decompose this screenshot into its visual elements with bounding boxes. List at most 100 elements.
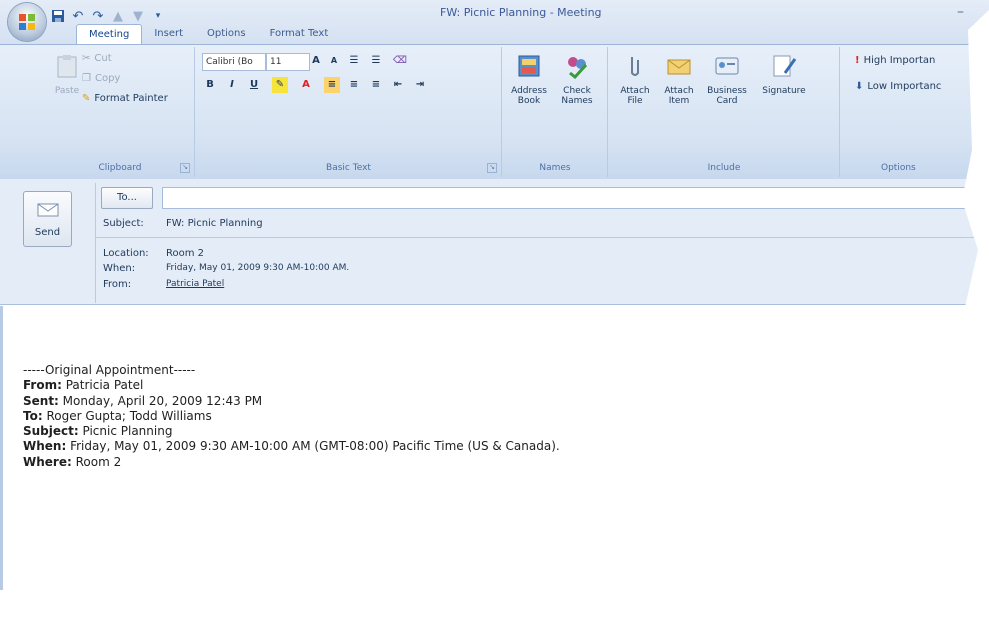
- ribbon: Paste ✂ Cut ❐ Copy ✎ Format Painter Clipboa…: [0, 44, 989, 180]
- up-icon[interactable]: ▲: [110, 8, 126, 24]
- body-value: Room 2: [71, 454, 122, 469]
- send-icon: [37, 203, 58, 217]
- copy-button[interactable]: ❐ Copy: [82, 73, 120, 84]
- down-icon[interactable]: ▼: [130, 8, 146, 24]
- high-importance-label: High Importan: [863, 55, 936, 66]
- attach-item-button[interactable]: Attach Item: [661, 53, 697, 106]
- save-icon[interactable]: [50, 8, 66, 24]
- to-field[interactable]: [162, 187, 984, 209]
- body-label: Where:: [23, 454, 72, 469]
- attach-file-button[interactable]: Attach File: [617, 53, 653, 106]
- basic-text-caption: Basic Text: [326, 163, 371, 173]
- paste-label: Paste: [54, 86, 80, 96]
- dialog-launcher-icon[interactable]: ↘: [487, 163, 497, 173]
- location-value: Room 2: [166, 248, 205, 259]
- font-name-combo[interactable]: Calibri (Bo: [202, 53, 266, 71]
- decrease-indent-icon[interactable]: ⇤: [390, 77, 406, 93]
- low-importance-button[interactable]: ⬇ Low Importanc: [855, 81, 941, 92]
- office-button[interactable]: [8, 3, 46, 41]
- clear-formatting-icon[interactable]: ⌫: [392, 53, 408, 69]
- basic-text-group: Calibri (Bo 11 A A ☰ ☰ ⌫ B I U ✎ A ≡ ≡ ≡…: [196, 47, 502, 177]
- font-size-combo[interactable]: 11: [266, 53, 310, 71]
- header-separator: [95, 237, 989, 238]
- highlight-icon[interactable]: ✎: [272, 77, 288, 93]
- body-line-when: When: Friday, May 01, 2009 9:30 AM-10:00…: [23, 439, 560, 454]
- redo-icon[interactable]: ↷: [90, 8, 106, 24]
- scissors-icon: ✂: [82, 53, 91, 64]
- underline-icon[interactable]: U: [246, 77, 262, 93]
- body-line-to: To: Roger Gupta; Todd Williams: [23, 409, 560, 424]
- increase-indent-icon[interactable]: ⇥: [412, 77, 428, 93]
- clipboard-icon: [57, 55, 77, 78]
- to-button[interactable]: To...: [101, 187, 153, 209]
- cut-button[interactable]: ✂ Cut: [82, 53, 112, 64]
- quick-access-toolbar: ↶ ↷ ▲ ▼ ▾: [50, 6, 166, 26]
- customize-qat-icon[interactable]: ▾: [150, 8, 166, 24]
- location-label: Location:: [103, 248, 149, 259]
- attach-file-label: Attach File: [620, 86, 650, 106]
- body-value: Monday, April 20, 2009 12:43 PM: [58, 393, 263, 408]
- tab-insert[interactable]: Insert: [142, 24, 195, 44]
- address-book-icon: [518, 55, 540, 77]
- align-center-icon[interactable]: ≡: [346, 77, 362, 93]
- include-group: Attach File Attach Item Business Card Si…: [609, 47, 840, 177]
- signature-label: Signature: [762, 86, 806, 96]
- business-card-label: Business Card: [707, 86, 747, 106]
- business-card-button[interactable]: Business Card: [705, 53, 749, 106]
- address-book-button[interactable]: Address Book: [509, 53, 549, 106]
- clipboard-caption: Clipboard: [98, 163, 142, 173]
- paperclip-icon: [631, 57, 639, 76]
- copy-icon: ❐: [82, 73, 91, 84]
- align-right-icon[interactable]: ≡: [368, 77, 384, 93]
- signature-button[interactable]: Signature: [759, 53, 809, 96]
- format-painter-label: Format Painter: [94, 93, 168, 104]
- body-label: To:: [23, 408, 43, 423]
- include-caption: Include: [707, 163, 741, 173]
- tab-format-text[interactable]: Format Text: [258, 24, 341, 44]
- attach-item-label: Attach Item: [664, 86, 694, 106]
- title-bar: ↶ ↷ ▲ ▼ ▾ FW: Picnic Planning - Meeting …: [0, 0, 989, 45]
- body-line-subject: Subject: Picnic Planning: [23, 424, 560, 439]
- format-painter-button[interactable]: ✎ Format Painter: [82, 93, 168, 104]
- when-label: When:: [103, 263, 136, 274]
- address-book-label: Address Book: [511, 86, 547, 106]
- when-value: Friday, May 01, 2009 9:30 AM-10:00 AM.: [166, 263, 350, 273]
- body-label: From:: [23, 378, 62, 393]
- from-link[interactable]: Patricia Patel: [166, 279, 224, 289]
- numbering-icon[interactable]: ☰: [368, 53, 384, 69]
- message-body[interactable]: -----Original Appointment----- From: Pat…: [0, 306, 989, 606]
- check-names-icon: [568, 57, 588, 80]
- meeting-window: ↶ ↷ ▲ ▼ ▾ FW: Picnic Planning - Meeting …: [0, 0, 989, 606]
- check-names-label: Check Names: [561, 86, 593, 106]
- tab-meeting[interactable]: Meeting: [76, 24, 143, 45]
- font-color-icon[interactable]: A: [298, 77, 314, 93]
- bold-icon[interactable]: B: [202, 77, 218, 93]
- send-button[interactable]: Send: [23, 191, 72, 247]
- grow-font-icon[interactable]: A: [308, 53, 324, 69]
- tab-options[interactable]: Options: [195, 24, 258, 44]
- names-group: Address Book Check Names Names: [503, 47, 608, 177]
- dialog-launcher-icon[interactable]: ↘: [180, 163, 190, 173]
- body-line-sent: Sent: Monday, April 20, 2009 12:43 PM: [23, 394, 560, 409]
- options-group: ! High Importan ⬇ Low Importanc Options: [841, 47, 989, 177]
- body-value: Roger Gupta; Todd Williams: [42, 408, 212, 423]
- body-value: Patricia Patel: [61, 378, 144, 393]
- shrink-font-icon[interactable]: A: [326, 53, 342, 69]
- body-line-from: From: Patricia Patel: [23, 378, 560, 393]
- business-card-icon: [715, 57, 739, 75]
- paste-button[interactable]: Paste: [54, 53, 80, 96]
- header-divider: [95, 183, 96, 303]
- original-appointment: -----Original Appointment----- From: Pat…: [23, 363, 560, 470]
- high-importance-button[interactable]: ! High Importan: [855, 55, 935, 66]
- brush-icon: ✎: [82, 93, 91, 104]
- check-names-button[interactable]: Check Names: [557, 53, 597, 106]
- minimize-button[interactable]: –: [957, 4, 964, 20]
- align-left-icon[interactable]: ≡: [324, 77, 340, 93]
- undo-icon[interactable]: ↶: [70, 8, 86, 24]
- bullets-icon[interactable]: ☰: [346, 53, 362, 69]
- from-label: From:: [103, 279, 132, 290]
- exclamation-icon: !: [855, 55, 860, 66]
- body-value: Picnic Planning: [78, 424, 173, 439]
- ribbon-tabs: Meeting Insert Options Format Text: [76, 24, 341, 45]
- italic-icon[interactable]: I: [224, 77, 240, 93]
